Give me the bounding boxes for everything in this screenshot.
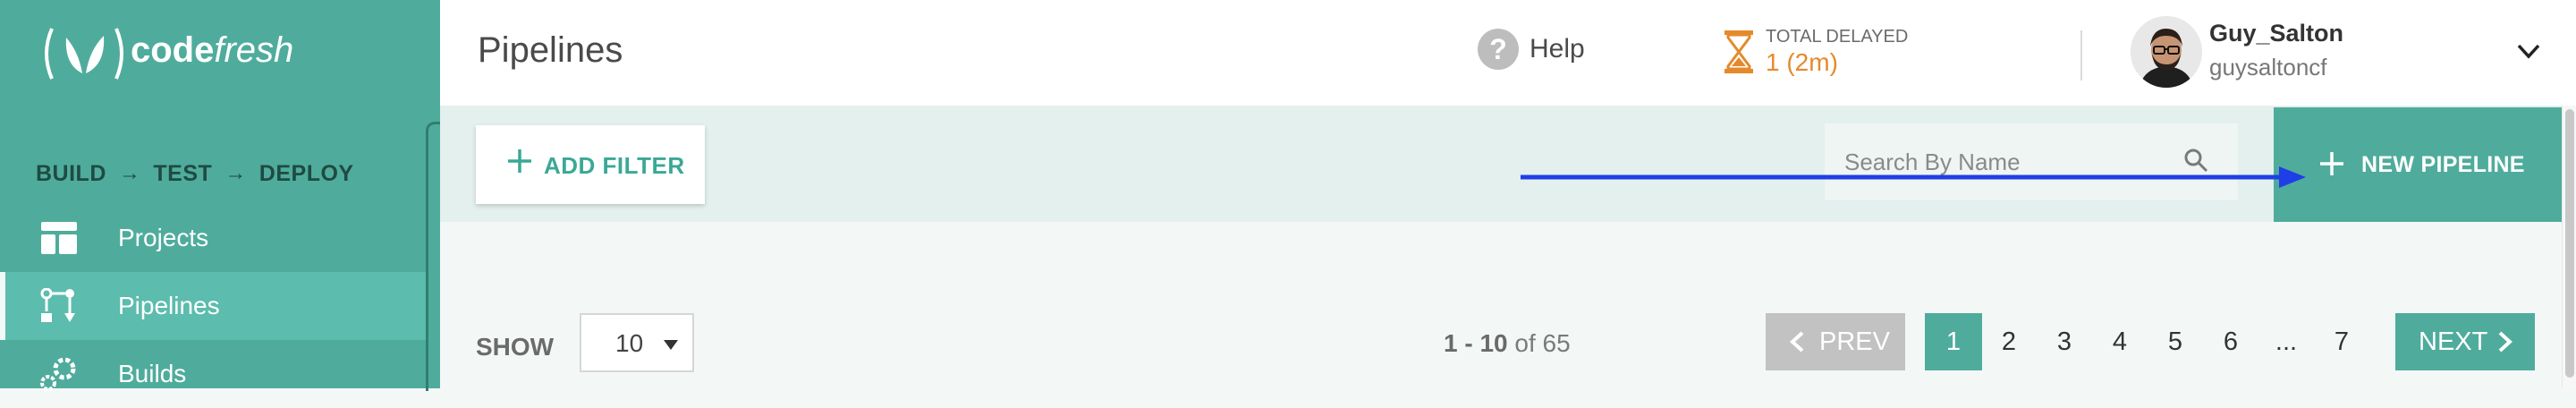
projects-icon bbox=[41, 222, 77, 254]
chevron-down-icon[interactable] bbox=[2515, 38, 2542, 64]
range-bounds: 1 - 10 bbox=[1444, 329, 1508, 357]
page-5-button[interactable]: 5 bbox=[2147, 313, 2204, 370]
question-mark-icon: ? bbox=[1478, 29, 1519, 70]
page-4-button[interactable]: 4 bbox=[2091, 313, 2148, 370]
page-7-button[interactable]: 7 bbox=[2313, 313, 2370, 370]
page-3-button[interactable]: 3 bbox=[2036, 313, 2093, 370]
filter-bar bbox=[440, 106, 2576, 222]
range-total: of 65 bbox=[1514, 329, 1571, 357]
user-avatar-image bbox=[2131, 16, 2202, 88]
plus-icon bbox=[508, 149, 531, 173]
page-6-button[interactable]: 6 bbox=[2202, 313, 2259, 370]
header-divider bbox=[2080, 30, 2082, 81]
delay-value: 1 (2m) bbox=[1766, 48, 1838, 76]
builds-gear-icon bbox=[40, 357, 76, 391]
user-handle: guysaltoncf bbox=[2209, 54, 2327, 81]
page-ellipsis: ... bbox=[2275, 327, 2298, 356]
annotation-arrow-icon bbox=[1521, 166, 2306, 188]
leaf-logo-icon bbox=[45, 28, 123, 80]
new-pipeline-label: NEW PIPELINE bbox=[2361, 152, 2525, 177]
sidebar-item-pipelines[interactable]: Pipelines bbox=[0, 272, 426, 340]
result-range: 1 - 10 of 65 bbox=[1444, 329, 1571, 358]
page-scrollbar[interactable] bbox=[2562, 106, 2576, 388]
show-label: SHOW bbox=[476, 333, 555, 361]
plus-icon bbox=[2320, 152, 2343, 175]
sidebar-item-label: Pipelines bbox=[118, 292, 220, 319]
page-1-button[interactable]: 1 bbox=[1925, 313, 1982, 370]
codefresh-logo[interactable]: codefresh bbox=[39, 25, 326, 82]
help-link[interactable]: ? Help bbox=[1478, 29, 1585, 70]
page-title: Pipelines bbox=[478, 30, 623, 70]
sidebar-item-projects[interactable]: Projects bbox=[0, 204, 426, 272]
scrollbar-thumb[interactable] bbox=[2565, 109, 2574, 378]
next-page-button[interactable]: NEXT bbox=[2395, 313, 2535, 370]
page-2-button[interactable]: 2 bbox=[1980, 313, 2038, 370]
user-name: Guy_Salton bbox=[2209, 20, 2344, 47]
pipelines-icon bbox=[40, 288, 75, 322]
caret-down-icon bbox=[664, 340, 678, 350]
sidebar-scrollbar[interactable] bbox=[426, 122, 441, 391]
sidebar-item-label: Builds bbox=[118, 360, 187, 387]
add-filter-button[interactable]: ADD FILTER bbox=[476, 125, 705, 204]
prev-page-button[interactable]: PREV bbox=[1766, 313, 1905, 370]
next-label: NEXT bbox=[2419, 327, 2488, 356]
page-size-value: 10 bbox=[615, 329, 644, 357]
flow-step-build: BUILD bbox=[36, 160, 106, 186]
sidebar-item-builds[interactable]: Builds bbox=[0, 340, 426, 408]
help-label: Help bbox=[1530, 34, 1585, 64]
flow-step-test: TEST bbox=[153, 160, 213, 186]
delay-title: TOTAL DELAYED bbox=[1766, 27, 1909, 47]
hourglass-icon bbox=[1724, 30, 1753, 73]
prev-label: PREV bbox=[1819, 327, 1890, 356]
add-filter-label: ADD FILTER bbox=[544, 152, 685, 179]
logo-text-light: fresh bbox=[214, 30, 294, 70]
arrow-right-icon: → bbox=[225, 161, 247, 185]
chevron-left-icon bbox=[1790, 331, 1804, 353]
arrow-right-icon: → bbox=[118, 161, 141, 185]
logo-text-bold: code bbox=[131, 30, 215, 70]
new-pipeline-button[interactable]: NEW PIPELINE bbox=[2274, 107, 2576, 222]
chevron-right-icon bbox=[2498, 331, 2512, 353]
flow-step-deploy: DEPLOY bbox=[258, 160, 354, 186]
page-size-select[interactable]: 10 bbox=[580, 313, 694, 372]
build-test-deploy-flow: BUILD → TEST → DEPLOY bbox=[36, 159, 354, 188]
user-avatar[interactable] bbox=[2131, 16, 2202, 88]
sidebar-item-label: Projects bbox=[118, 224, 209, 251]
